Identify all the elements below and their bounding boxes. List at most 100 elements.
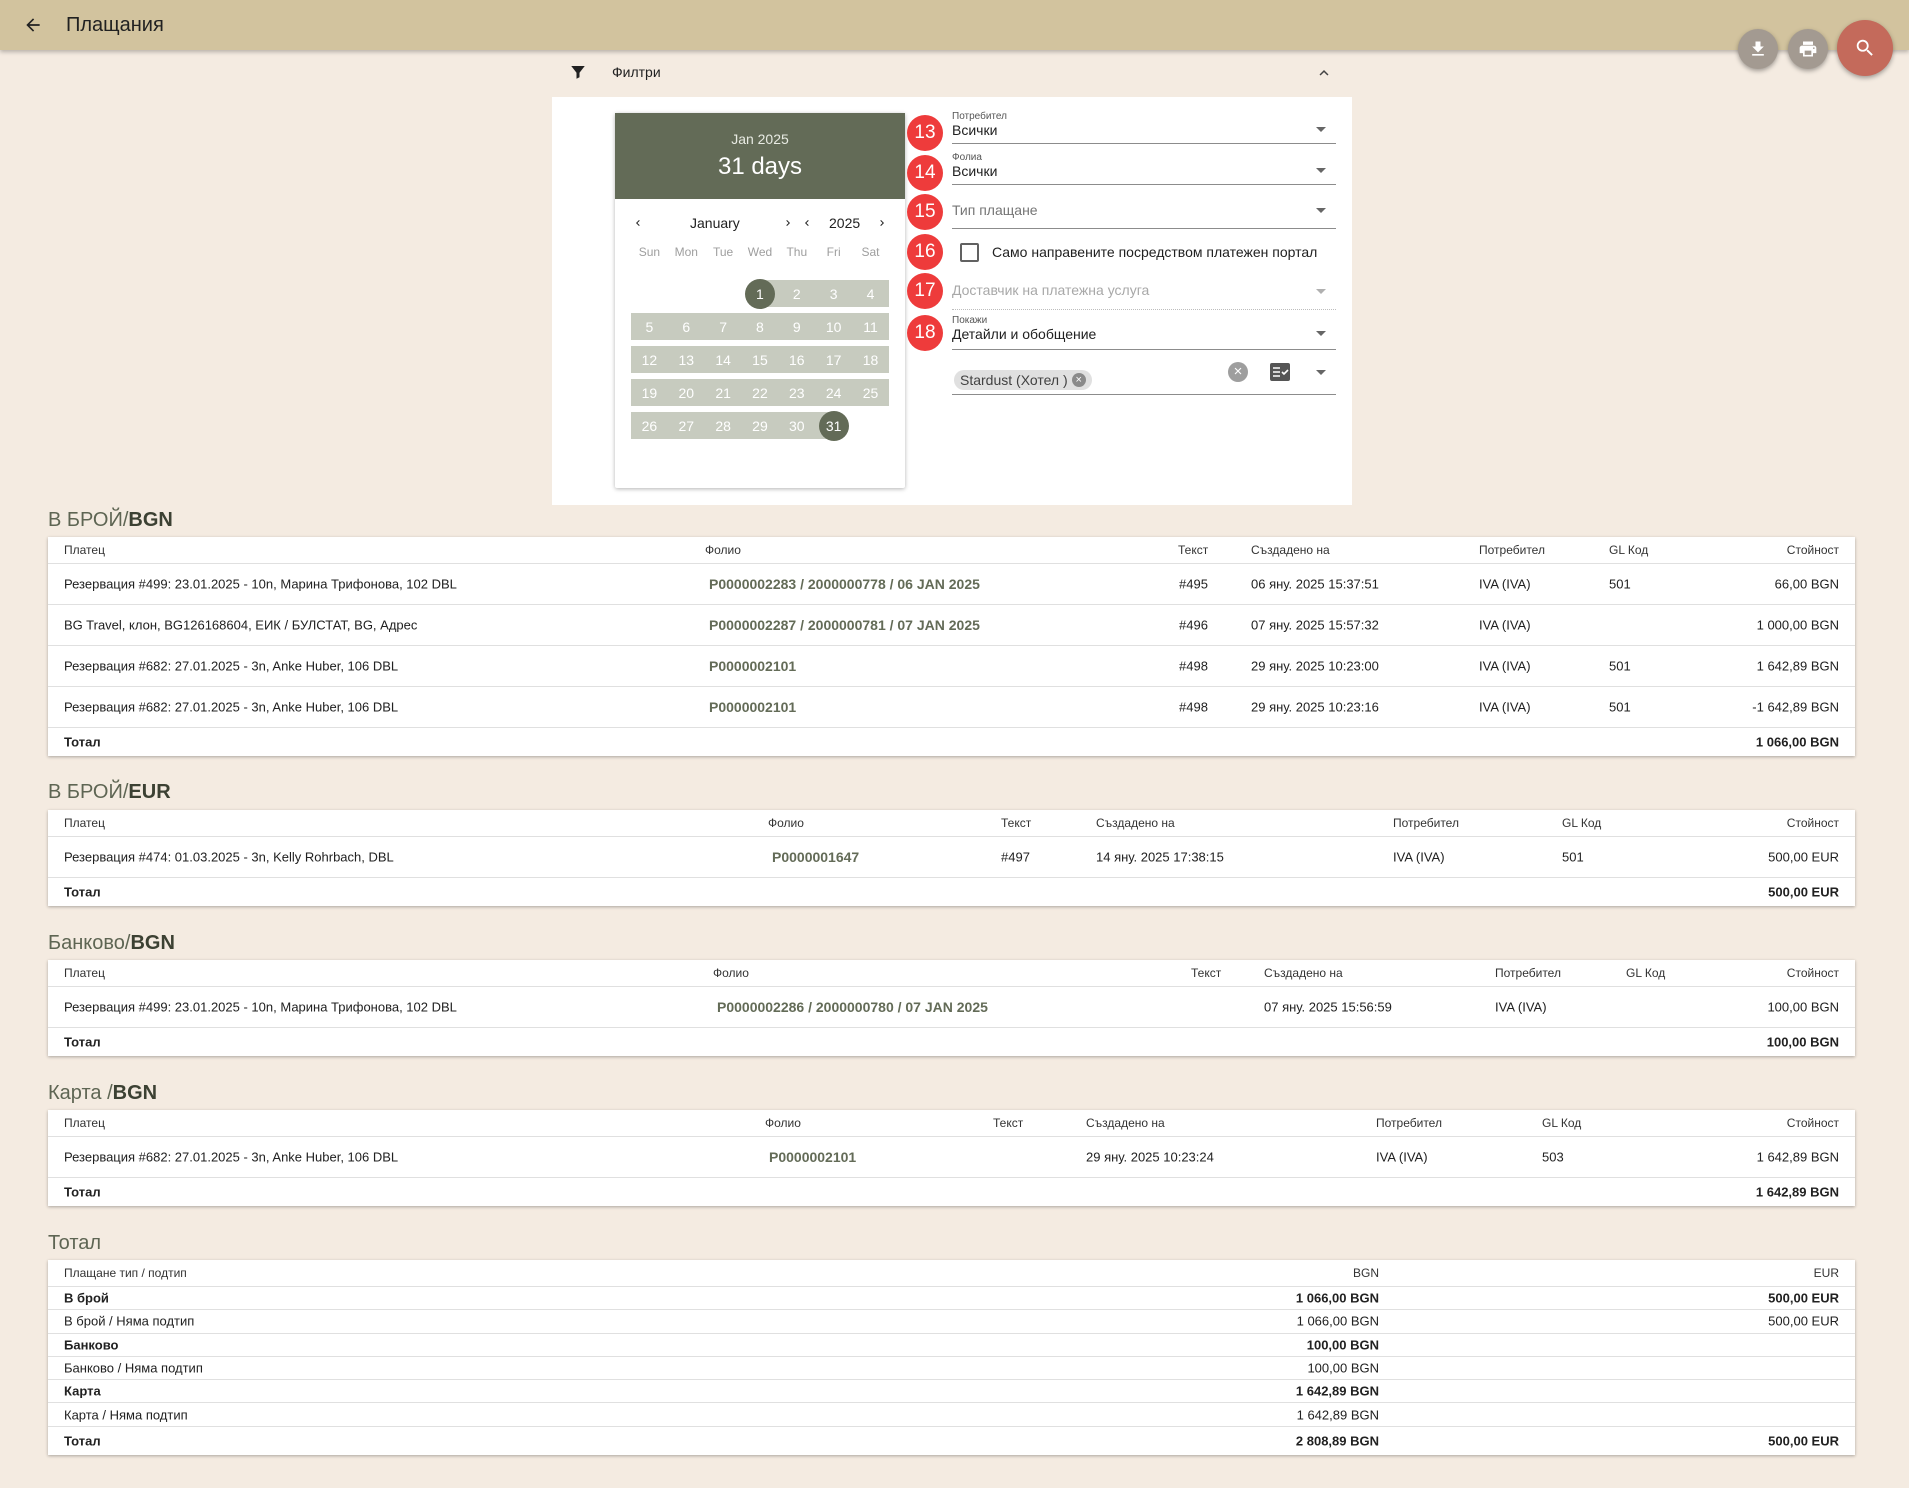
calendar-day[interactable]: 18: [852, 343, 889, 376]
annotation-badge-16: 16: [907, 234, 943, 270]
summary-bgn-cell: 1 642,89 BGN: [1295, 1383, 1379, 1399]
payment-provider-select[interactable]: Доставчик на платежна услуга: [952, 273, 1336, 310]
calendar-day[interactable]: 29: [741, 409, 779, 442]
calendar-day[interactable]: 24: [815, 376, 853, 409]
payments-table-card-bgn: Платец Фолио Текст Създадено на Потребит…: [48, 1110, 1855, 1206]
show-select[interactable]: Покажи Детайли и обобщение: [952, 315, 1336, 350]
filters-header[interactable]: Филтри: [552, 56, 1352, 88]
column-header-payment-type: Плащане тип / подтип: [64, 1266, 187, 1280]
calendar-day[interactable]: 7: [704, 310, 742, 343]
table-total-row: Тотал 1 066,00 BGN: [48, 728, 1855, 756]
column-header-gl: GL Код: [1542, 1116, 1582, 1130]
chevron-up-icon[interactable]: [1312, 61, 1336, 85]
dropdown-arrow-icon: [1316, 127, 1326, 132]
calendar-day[interactable]: 15: [741, 343, 779, 376]
payment-type-select[interactable]: Тип плащане: [952, 193, 1336, 229]
search-button[interactable]: [1837, 20, 1893, 76]
chip-remove-icon[interactable]: ×: [1071, 373, 1086, 387]
summary-type-cell: В брой / Няма подтип: [64, 1313, 195, 1329]
calendar-day[interactable]: 4: [852, 277, 889, 310]
calendar-day[interactable]: 2: [778, 277, 816, 310]
calendar-empty-cell: [705, 277, 742, 310]
calendar-day[interactable]: 9: [778, 310, 816, 343]
section-title-prefix: Карта /: [48, 1082, 113, 1104]
user-select[interactable]: Потребител Всички: [952, 111, 1336, 144]
weekday-label: Thu: [786, 245, 808, 259]
calendar-day[interactable]: 31: [815, 409, 852, 442]
summary-row: В брой 1 066,00 BGN 500,00 EUR: [48, 1287, 1855, 1311]
annotation-badge-14: 14: [907, 155, 943, 191]
calendar-day[interactable]: 5: [631, 310, 668, 343]
folio-link[interactable]: P0000002101: [709, 699, 796, 715]
column-header-gl: GL Код: [1562, 816, 1602, 830]
calendar-day[interactable]: 20: [667, 376, 705, 409]
calendar-day[interactable]: 3: [815, 277, 853, 310]
gl-cell: 503: [1542, 1149, 1564, 1165]
calendar-day[interactable]: 14: [704, 343, 742, 376]
column-header-user: Потребител: [1479, 543, 1545, 557]
payer-cell: Резервация #682: 27.01.2025 - 3n, Anke H…: [64, 1149, 399, 1165]
summary-bgn-cell: 1 642,89 BGN: [1296, 1407, 1379, 1423]
created-cell: 14 яну. 2025 17:38:15: [1096, 849, 1224, 865]
calendar-day[interactable]: 11: [852, 310, 889, 343]
arrow-left-icon: [26, 18, 40, 32]
summary-bgn-cell: 100,00 BGN: [1306, 1337, 1379, 1353]
calendar-day[interactable]: 12: [631, 343, 668, 376]
folio-link[interactable]: P0000001647: [772, 849, 859, 865]
user-select-label: Потребител: [952, 111, 1007, 122]
calendar-day[interactable]: 22: [741, 376, 779, 409]
column-header-amount: Стойност: [1786, 543, 1839, 557]
calendar-day[interactable]: 10: [815, 310, 853, 343]
amount-cell: -1 642,89 BGN: [1752, 699, 1839, 715]
folio-link[interactable]: P0000002286 / 2000000780 / 07 JAN 2025: [717, 999, 988, 1015]
dropdown-arrow-icon: [1316, 370, 1326, 375]
table-header-row: Платец Фолио Текст Създадено на Потребит…: [48, 1110, 1855, 1137]
prev-year-button[interactable]: [798, 213, 816, 233]
column-header-amount: Стойност: [1786, 966, 1839, 980]
portal-only-label[interactable]: Само направените посредством платежен по…: [992, 244, 1317, 260]
calendar-day[interactable]: 26: [631, 409, 668, 442]
next-month-button[interactable]: [779, 213, 797, 233]
prev-month-button[interactable]: [629, 213, 647, 233]
weekday-label: Sun: [638, 245, 661, 259]
folio-select[interactable]: Фолиа Всички: [952, 152, 1336, 185]
folio-link[interactable]: P0000002101: [769, 1149, 856, 1165]
download-button[interactable]: [1738, 29, 1778, 69]
print-icon: [1799, 41, 1817, 57]
portal-only-checkbox[interactable]: [960, 243, 979, 262]
folio-link[interactable]: P0000002101: [709, 658, 796, 674]
folio-link[interactable]: P0000002287 / 2000000781 / 07 JAN 2025: [709, 617, 980, 633]
next-year-button[interactable]: [873, 213, 891, 233]
select-all-icon[interactable]: [1270, 363, 1290, 381]
calendar-day[interactable]: 16: [778, 343, 816, 376]
calendar-day[interactable]: 6: [667, 310, 705, 343]
calendar-day[interactable]: 30: [778, 409, 816, 442]
weekday-label: Sat: [861, 245, 880, 259]
print-button[interactable]: [1788, 29, 1828, 69]
folio-link[interactable]: P0000002283 / 2000000778 / 06 JAN 2025: [709, 576, 980, 592]
created-cell: 29 яну. 2025 10:23:00: [1251, 658, 1379, 674]
column-header-text: Текст: [1001, 816, 1032, 830]
payments-table-bank-bgn: Платец Фолио Текст Създадено на Потребит…: [48, 960, 1855, 1056]
calendar-day[interactable]: 21: [704, 376, 742, 409]
calendar-day[interactable]: 17: [815, 343, 853, 376]
total-amount: 500,00 EUR: [1768, 884, 1839, 900]
calendar-day[interactable]: 19: [631, 376, 668, 409]
calendar-day[interactable]: 8: [741, 310, 779, 343]
calendar-day[interactable]: 25: [852, 376, 889, 409]
calendar-day[interactable]: 27: [667, 409, 705, 442]
table-row: Резервация #682: 27.01.2025 - 3n, Anke H…: [48, 646, 1855, 687]
calendar-day[interactable]: 23: [778, 376, 816, 409]
summary-row: В брой / Няма подтип 1 066,00 BGN 500,00 E…: [48, 1310, 1855, 1334]
table-header-row: Плащане тип / подтип BGN EUR: [48, 1260, 1855, 1287]
calendar-day[interactable]: 13: [667, 343, 705, 376]
total-label: Тотал: [64, 1034, 101, 1050]
calendar-day[interactable]: 1: [742, 277, 779, 310]
clear-selection-icon[interactable]: ×: [1228, 362, 1248, 382]
back-button[interactable]: [18, 10, 48, 40]
chevron-left-icon: [636, 220, 640, 226]
section-title-cash-eur: В БРОЙ/EUR: [48, 781, 171, 804]
section-title-currency: BGN: [128, 509, 173, 531]
calendar-day[interactable]: 28: [704, 409, 742, 442]
user-cell: IVA (IVA): [1479, 576, 1531, 592]
